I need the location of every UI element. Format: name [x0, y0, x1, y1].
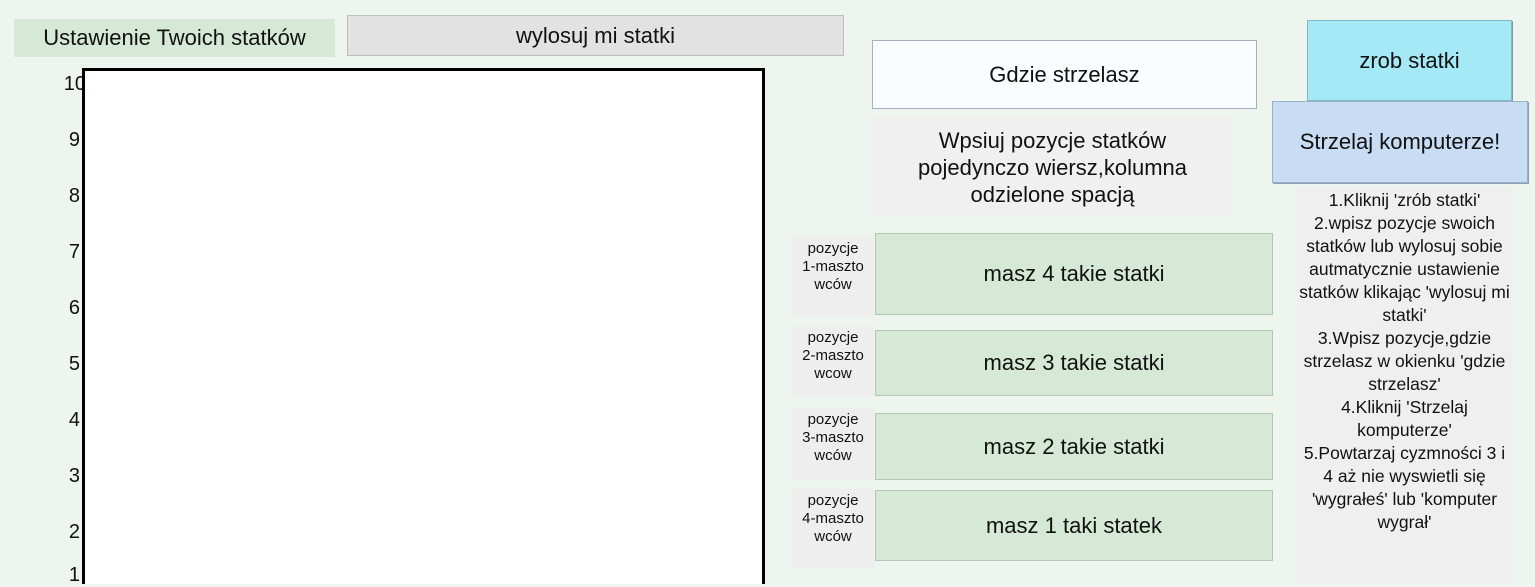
game-instructions: 1.Kliknij 'zrób statki' 2.wpisz pozycje … [1297, 188, 1512, 584]
shoot-position-input[interactable]: Gdzie strzelasz [872, 40, 1257, 109]
instruction-hint: Wpsiuj pozycje statków pojedynczo wiersz… [872, 117, 1233, 217]
row-label-6: 6 [68, 297, 80, 319]
ship-label-3-mast: pozycje 3-maszto wców [792, 408, 874, 480]
ship-label-4-mast: pozycje 4-maszto wców [792, 489, 874, 569]
row-label-5: 5 [68, 353, 80, 375]
ship-input-3-mast[interactable]: masz 2 takie statki [875, 413, 1273, 480]
ship-input-1-mast[interactable]: masz 4 takie statki [875, 233, 1273, 315]
ship-label-1-mast: pozycje 1-maszto wców [792, 237, 874, 316]
row-label-3: 3 [68, 465, 80, 487]
row-label-7: 7 [68, 241, 80, 263]
make-ships-button[interactable]: zrob statki [1307, 20, 1512, 101]
row-label-8: 8 [68, 185, 80, 207]
fire-button[interactable]: Strzelaj komputerze! [1272, 101, 1528, 183]
ship-input-2-mast[interactable]: masz 3 takie statki [875, 330, 1273, 396]
player-board-canvas[interactable] [82, 68, 765, 584]
row-label-4: 4 [68, 409, 80, 431]
player-board-title: Ustawienie Twoich statków [14, 19, 335, 57]
instructions-text: 1.Kliknij 'zrób statki' 2.wpisz pozycje … [1299, 190, 1510, 532]
ship-label-2-mast: pozycje 2-maszto wcow [792, 326, 874, 396]
row-label-9: 9 [68, 129, 80, 151]
ship-input-4-mast[interactable]: masz 1 taki statek [875, 490, 1273, 561]
random-ships-button[interactable]: wylosuj mi statki [347, 15, 844, 56]
row-label-2: 2 [68, 521, 80, 543]
